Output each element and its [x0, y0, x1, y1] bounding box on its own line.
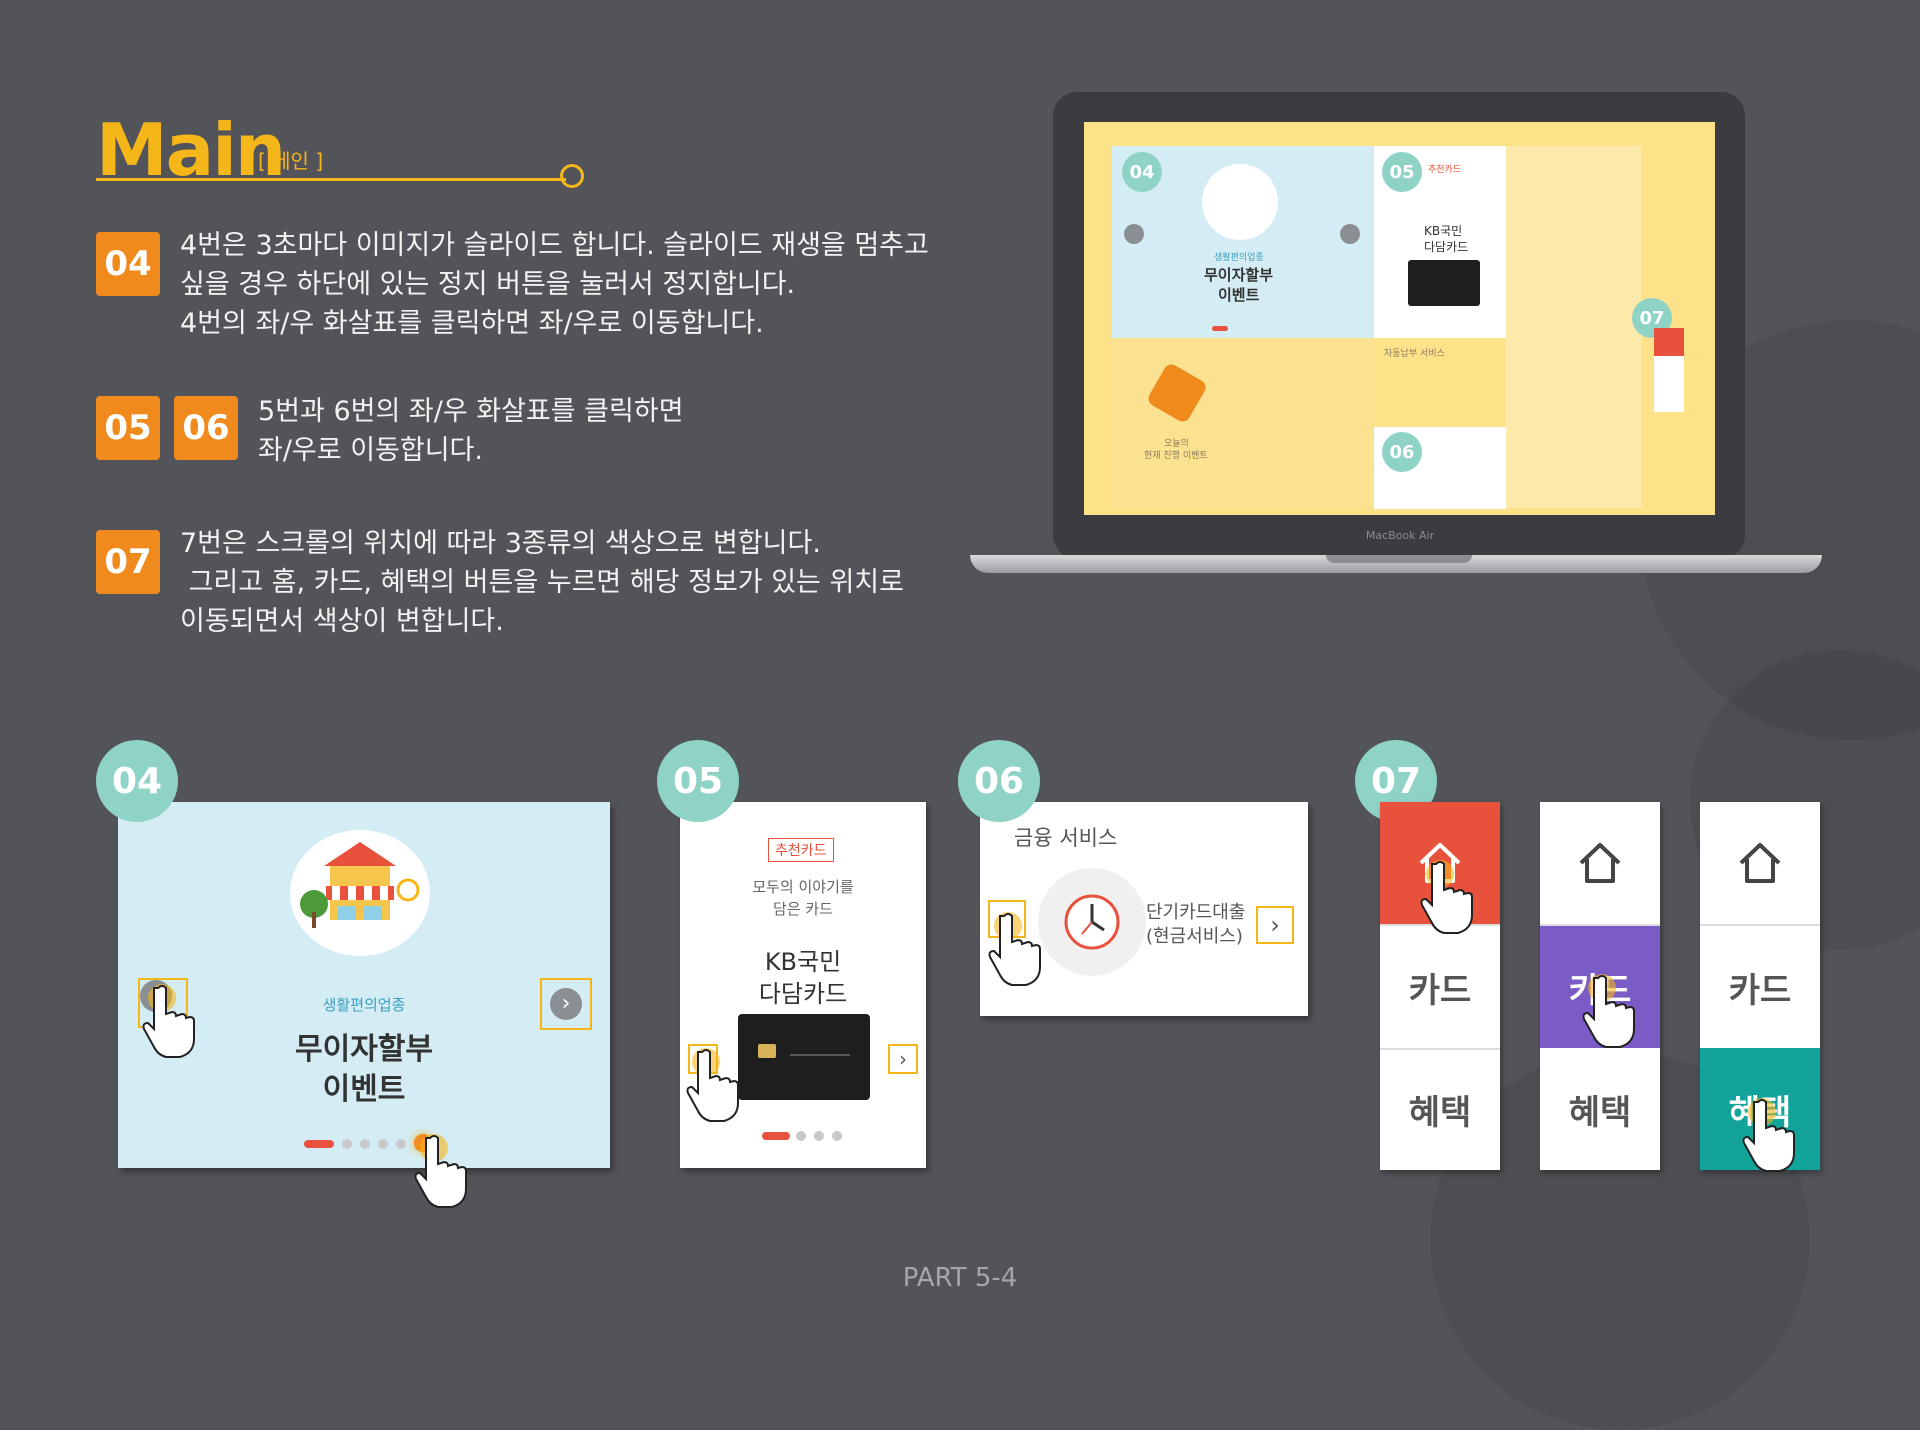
quick-nav-benefit-button[interactable]: 혜택: [1380, 1048, 1500, 1170]
screen-notice-panel: [1506, 338, 1642, 508]
description-05-06: 5번과 6번의 좌/우 화살표를 클릭하면 좌/우로 이동합니다.: [258, 396, 684, 466]
card-desc-line1: 모두의 이야기를: [752, 878, 854, 896]
slide-indicator-dot[interactable]: [342, 1139, 352, 1149]
screen-slide-next-arrow[interactable]: [1340, 224, 1360, 244]
card-indicator-dot[interactable]: [814, 1131, 824, 1141]
slide-indicator-dot[interactable]: [360, 1139, 370, 1149]
hand-cursor-icon: [686, 1048, 739, 1122]
description-04: 4번은 3초마다 이미지가 슬라이드 합니다. 슬라이드 재생을 멈추고 싶을 …: [180, 230, 929, 339]
card-name-line1: KB국민: [764, 948, 842, 976]
slide-title-line2: 이벤트: [322, 1072, 406, 1107]
chevron-right-icon: ›: [550, 988, 582, 1020]
card-indicator-dot[interactable]: [796, 1131, 806, 1141]
screen-service-title: 자동납부 서비스: [1384, 349, 1445, 359]
screen-slide-house-icon: [1202, 164, 1278, 240]
slide-indicator-active[interactable]: [304, 1140, 334, 1148]
badge-06: 06: [174, 396, 238, 460]
screen-marker-04: 04: [1122, 152, 1162, 192]
chevron-right-icon: ›: [899, 1047, 907, 1071]
chevron-right-icon: ›: [1270, 911, 1280, 939]
screen-event-panel: [1112, 338, 1374, 508]
quick-nav-home-button[interactable]: [1700, 802, 1820, 926]
badge-04: 04: [96, 232, 160, 296]
recommend-badge: 추천카드: [768, 838, 834, 862]
badge-05: 05: [96, 396, 160, 460]
screen-slide-title-2: 이벤트: [1218, 286, 1260, 304]
screen-slide-title-1: 무이자할부: [1204, 266, 1274, 284]
screen-event-text-2: 현재 진행 이벤트: [1144, 451, 1208, 461]
quick-nav-card-button[interactable]: 카드: [1380, 926, 1500, 1050]
hand-cursor-icon: [1420, 860, 1473, 934]
card-indicator-active[interactable]: [762, 1132, 790, 1140]
slide-indicator-dot[interactable]: [396, 1139, 406, 1149]
badge-07: 07: [96, 530, 160, 594]
screen-quick-nav-benefit[interactable]: [1654, 384, 1684, 412]
detail-04-marker: 04: [96, 740, 178, 822]
finance-item-line2: (현금서비스): [1146, 926, 1243, 947]
page-subtitle: [ 메인 ]: [258, 149, 324, 173]
hand-cursor-icon: [988, 912, 1041, 986]
hand-cursor-icon: [414, 1134, 467, 1208]
page-number: PART 5-4: [902, 1263, 1018, 1293]
quick-nav-home-button[interactable]: [1540, 802, 1660, 926]
screen-card-badge: 추천카드: [1428, 165, 1462, 175]
screen-marker-06: 06: [1382, 432, 1422, 472]
laptop-brand-label: MacBook Air: [1365, 529, 1435, 542]
hand-cursor-icon: [1582, 974, 1635, 1048]
detail-05-marker: 05: [657, 740, 739, 822]
finance-item-line1: 단기카드대출: [1146, 902, 1246, 923]
clock-hexagon: [1038, 868, 1146, 976]
screen-card-image: [1408, 260, 1480, 306]
home-icon: [1579, 843, 1621, 883]
title-underline: [96, 178, 566, 181]
screen-quick-nav-home[interactable]: [1654, 328, 1684, 356]
card-indicator-dot[interactable]: [832, 1131, 842, 1141]
detail-06-marker: 06: [958, 740, 1040, 822]
screen-menu-panel: [1506, 146, 1642, 338]
screen-quick-nav-card[interactable]: [1654, 356, 1684, 384]
screen-slide-prev-arrow[interactable]: [1124, 224, 1144, 244]
description-07: 7번은 스크롤의 위치에 따라 3종류의 색상으로 변합니다. 그리고 홈, 카…: [180, 528, 904, 637]
screen-slide-indicator[interactable]: [1212, 326, 1228, 331]
hand-cursor-icon: [1742, 1098, 1795, 1172]
screen-slide-category: 생활편의업종: [1214, 253, 1264, 263]
screen-card-name-2: 다담카드: [1424, 240, 1469, 254]
screen-marker-05: 05: [1382, 152, 1422, 192]
quick-nav-benefit-button[interactable]: 혜택: [1540, 1048, 1660, 1170]
card-desc-line2: 담은 카드: [773, 900, 833, 918]
slide-indicator-dot[interactable]: [378, 1139, 388, 1149]
card-name-line2: 다담카드: [758, 980, 848, 1008]
quick-nav-card-button[interactable]: 카드: [1700, 926, 1820, 1050]
shop-house-icon: [290, 830, 430, 956]
screen-card-name-1: KB국민: [1424, 224, 1463, 238]
home-icon: [1739, 843, 1781, 883]
card-image: [738, 1014, 870, 1100]
finance-next-button[interactable]: ›: [1256, 906, 1294, 944]
laptop-notch: [1326, 555, 1472, 563]
laptop-screen: 04 생활편의업종 무이자할부 이벤트 05 추천카드 KB국민 다담카드 오늘…: [1084, 122, 1715, 515]
gear-icon: [560, 164, 584, 188]
card-next-button[interactable]: ›: [888, 1044, 918, 1074]
hand-cursor-icon: [142, 984, 195, 1058]
slide-next-button[interactable]: ›: [540, 978, 592, 1030]
finance-title: 금융 서비스: [1014, 826, 1118, 850]
